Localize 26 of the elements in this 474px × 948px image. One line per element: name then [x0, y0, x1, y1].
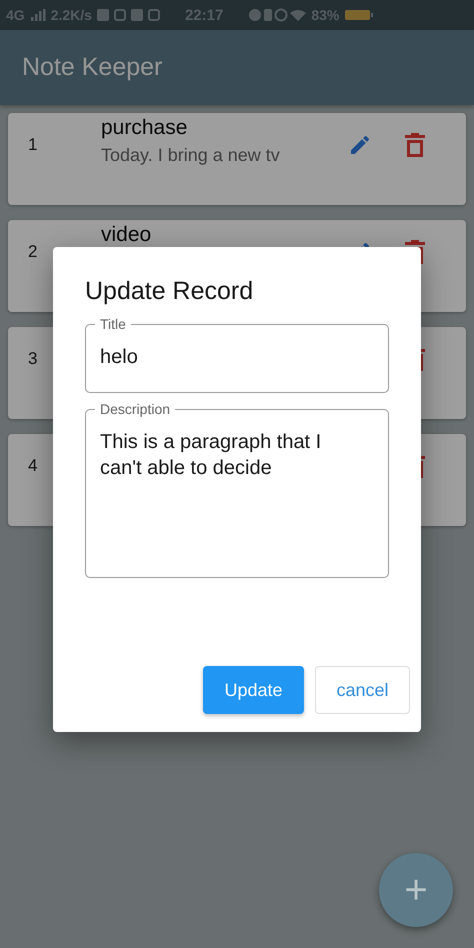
cancel-button[interactable]: cancel — [315, 666, 410, 714]
field-label: Title — [99, 316, 127, 332]
app-notification-icon — [130, 8, 143, 22]
pencil-icon[interactable] — [348, 133, 372, 157]
note-number: 3 — [28, 348, 38, 369]
camera-icon — [114, 8, 126, 22]
note-description: Today. I bring a new tv — [101, 145, 281, 166]
note-number: 1 — [28, 134, 38, 155]
dialog-title: Update Record — [85, 277, 254, 306]
trash-icon[interactable] — [404, 132, 426, 158]
field-label: Description — [99, 401, 172, 417]
title-box[interactable]: Title helo — [85, 316, 389, 393]
app-title: Note Keeper — [22, 53, 162, 82]
note-card[interactable]: 1 purchase Today. I bring a new tv — [8, 113, 466, 205]
note-number: 2 — [28, 241, 38, 262]
status-icons — [248, 8, 306, 22]
description-box[interactable]: Description This is a paragraph that I can't able to decide — [85, 401, 389, 578]
note-number: 4 — [28, 455, 38, 476]
signal-icon — [30, 9, 46, 21]
note-title: video — [101, 224, 152, 246]
battery-icon — [344, 9, 374, 21]
app-notification-icon — [96, 8, 109, 22]
note-title: purchase — [101, 117, 188, 140]
mail-icon — [148, 8, 160, 22]
title-field[interactable]: helo — [100, 346, 140, 369]
description-field[interactable]: This is a paragraph that I can't able to decide — [100, 429, 355, 489]
